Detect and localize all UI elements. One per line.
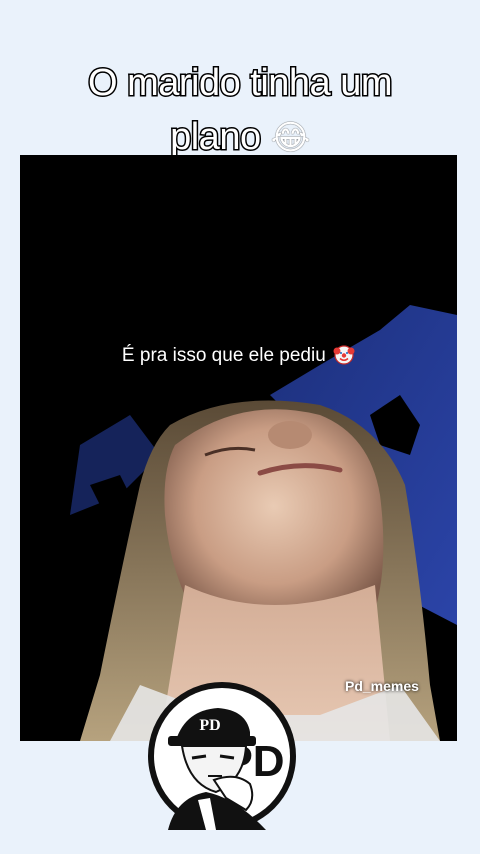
video-caption: É pra isso que ele pediu bbox=[20, 343, 457, 367]
post-title: O marido tinha um plano 😂 bbox=[0, 56, 480, 165]
video-scene bbox=[20, 155, 457, 741]
video-caption-text: É pra isso que ele pediu bbox=[121, 345, 326, 366]
video-frame[interactable]: É pra isso que ele pediu Pd_memes bbox=[20, 155, 457, 741]
cap-letters: PD bbox=[199, 717, 220, 734]
post-title-line-1: O marido tinha um bbox=[86, 61, 394, 106]
post-title-word: plano bbox=[169, 115, 263, 160]
video-watermark: Pd_memes bbox=[345, 678, 419, 694]
channel-logo-avatar[interactable]: PD PD bbox=[146, 680, 298, 832]
laughing-tears-emoji-icon: 😂 bbox=[270, 118, 311, 158]
clown-face-icon bbox=[333, 343, 355, 365]
